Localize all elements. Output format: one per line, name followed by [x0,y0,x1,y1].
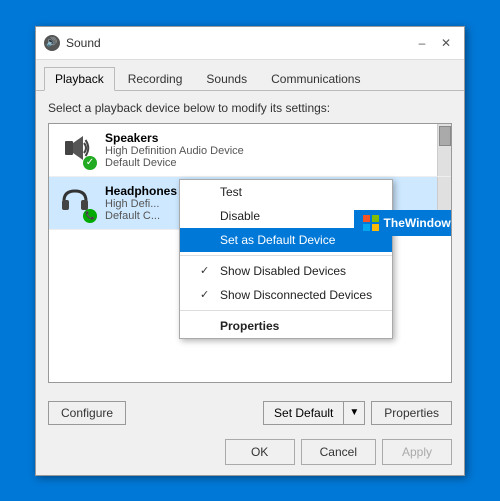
context-menu: Test Disable Set as Default Device ✓ Sho… [179,179,393,339]
ctx-props-label: Properties [220,319,279,333]
speakers-badge: ✓ [83,156,97,170]
tab-recording[interactable]: Recording [117,67,194,91]
window-title: Sound [66,36,101,50]
headphones-icon-wrap: 📞 [57,183,97,223]
cancel-button[interactable]: Cancel [301,439,376,465]
speakers-sub1: High Definition Audio Device [105,145,443,157]
minimize-button[interactable]: – [412,33,432,53]
tab-sounds[interactable]: Sounds [195,67,258,91]
ctx-disconnected-label: Show Disconnected Devices [220,288,372,302]
configure-button[interactable]: Configure [48,401,126,425]
content-area: Select a playback device below to modify… [36,91,464,393]
device-list[interactable]: ✓ Speakers High Definition Audio Device … [48,123,452,383]
ctx-disconnected-check: ✓ [200,288,214,301]
ctx-test-label: Test [220,185,242,199]
ctx-disable-label: Disable [220,209,260,223]
device-item-speakers[interactable]: ✓ Speakers High Definition Audio Device … [49,124,451,177]
close-button[interactable]: ✕ [436,33,456,53]
ctx-disabled-check: ✓ [200,264,214,277]
title-bar: 🔊 Sound – ✕ [36,27,464,60]
apply-button[interactable]: Apply [382,439,452,465]
window-controls: – ✕ [412,33,456,53]
set-default-split: Set Default ▼ [263,401,365,425]
ctx-default-label: Set as Default Device [220,233,335,247]
tab-bar: Playback Recording Sounds Communications [36,60,464,91]
speakers-sub2: Default Device [105,157,443,169]
instruction-text: Select a playback device below to modify… [48,101,452,115]
watermark-text: TheWindowsClub [384,216,452,230]
ctx-show-disconnected[interactable]: ✓ Show Disconnected Devices [180,283,392,307]
ctx-sep1 [180,255,392,256]
set-default-arrow[interactable]: ▼ [343,401,365,425]
ctx-sep2 [180,310,392,311]
tab-communications[interactable]: Communications [260,67,371,91]
speakers-info: Speakers High Definition Audio Device De… [105,131,443,169]
headphones-badge: 📞 [83,209,97,223]
ctx-show-disabled[interactable]: ✓ Show Disabled Devices [180,259,392,283]
sound-dialog: 🔊 Sound – ✕ Playback Recording Sounds Co… [35,26,465,476]
tab-playback[interactable]: Playback [44,67,115,91]
ctx-disabled-label: Show Disabled Devices [220,264,346,278]
dialog-buttons: OK Cancel Apply [36,433,464,475]
properties-button[interactable]: Properties [371,401,452,425]
scrollbar[interactable] [437,124,451,176]
windows-logo-icon [362,214,380,232]
title-bar-left: 🔊 Sound [44,35,101,51]
speakers-icon-wrap: ✓ [57,130,97,170]
watermark-container: TheWindowsClub [354,210,452,236]
watermark-box: TheWindowsClub [354,210,452,236]
ok-button[interactable]: OK [225,439,295,465]
set-default-button[interactable]: Set Default [263,401,343,425]
speakers-name: Speakers [105,131,443,145]
sound-icon: 🔊 [44,35,60,51]
ctx-test[interactable]: Test [180,180,392,204]
ctx-properties[interactable]: Properties [180,314,392,338]
bottom-bar: Configure Set Default ▼ Properties [36,393,464,433]
